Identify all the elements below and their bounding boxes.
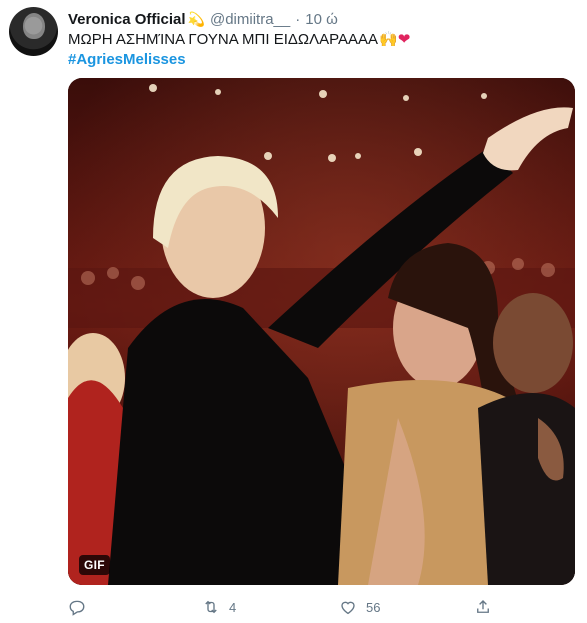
separator-dot: · — [295, 10, 301, 28]
raised-hands-icon: 🙌 — [379, 31, 398, 48]
retweet-button[interactable]: 4 — [202, 596, 236, 618]
reply-button[interactable] — [68, 596, 86, 618]
tweet-text: ΜΩΡΗ ΑΣΗΜΊΝΑ ΓΟΥΝΑ ΜΠΙ ΕΙΔΩΛΑΡΑΑΑΑ🙌❤ — [68, 30, 410, 50]
tweet-header: Veronica Official 💫 @dimiitra__ · 10 ώ — [68, 9, 338, 29]
avatar[interactable] — [9, 7, 58, 56]
gif-frame-image — [68, 78, 575, 585]
like-icon — [341, 601, 355, 615]
red-heart-icon: ❤ — [397, 31, 411, 48]
dizzy-star-icon: 💫 — [187, 10, 205, 27]
hashtag-link[interactable]: #AgriesMelisses — [68, 50, 186, 70]
share-button[interactable] — [474, 596, 492, 618]
author-name[interactable]: Veronica Official — [68, 11, 186, 28]
reply-icon — [69, 600, 85, 616]
gif-badge: GIF — [79, 555, 110, 575]
like-button[interactable]: 56 — [339, 596, 380, 618]
tweet-text-body: ΜΩΡΗ ΑΣΗΜΊΝΑ ΓΟΥΝΑ ΜΠΙ ΕΙΔΩΛΑΡΑΑΑΑ — [68, 31, 379, 48]
tweet-timestamp[interactable]: 10 ώ — [305, 11, 338, 28]
author-handle[interactable]: @dimiitra__ — [210, 11, 290, 28]
like-count: 56 — [366, 599, 381, 615]
tweet-actions: 4 56 — [68, 596, 508, 618]
gif-media[interactable]: GIF — [68, 78, 575, 585]
share-icon — [477, 600, 489, 613]
retweet-icon — [205, 600, 217, 614]
retweet-count: 4 — [229, 599, 237, 615]
